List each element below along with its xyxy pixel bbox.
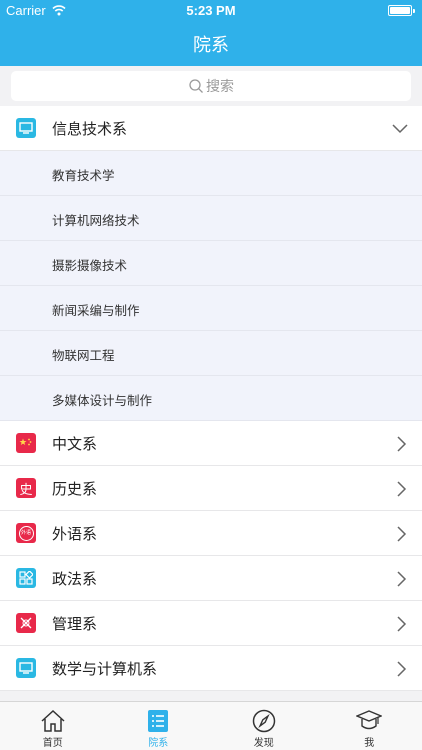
- history-icon: 史: [16, 478, 36, 498]
- chevron-right-icon: [397, 571, 407, 587]
- department-label: 数学与计算机系: [52, 660, 158, 678]
- tab-label: 院系: [148, 738, 169, 749]
- department-label: 政法系: [52, 570, 98, 588]
- department-row-politics-law[interactable]: 政法系: [0, 556, 422, 601]
- page-title: 院系: [193, 35, 229, 56]
- department-label: 管理系: [52, 615, 98, 633]
- search-area: 搜索: [0, 66, 422, 106]
- language-icon: 外语: [16, 523, 36, 543]
- department-row-math-cs[interactable]: 数学与计算机系: [0, 646, 422, 691]
- list-icon: [148, 710, 169, 732]
- tab-me[interactable]: 我: [317, 702, 422, 750]
- department-row-chinese[interactable]: 中文系: [0, 421, 422, 466]
- x-pattern-icon: [16, 613, 36, 633]
- department-row-foreign-language[interactable]: 外语 外语系: [0, 511, 422, 556]
- tab-bar: 首页 院系 发现 我: [0, 701, 422, 750]
- tab-label: 我: [364, 738, 375, 749]
- graduation-cap-icon: [356, 710, 383, 730]
- chevron-right-icon: [397, 526, 407, 542]
- chevron-right-icon: [397, 436, 407, 452]
- monitor-icon: [16, 118, 36, 138]
- tab-home[interactable]: 首页: [0, 702, 106, 750]
- chevron-right-icon: [397, 481, 407, 497]
- status-time: 5:23 PM: [186, 3, 236, 18]
- major-label: 摄影摄像技术: [52, 258, 128, 273]
- major-label: 多媒体设计与制作: [52, 393, 153, 408]
- department-label: 信息技术系: [52, 120, 128, 138]
- major-row[interactable]: 新闻采编与制作: [0, 286, 422, 331]
- tab-label: 首页: [42, 738, 63, 749]
- major-label: 新闻采编与制作: [52, 303, 140, 318]
- header: Carrier 5:23 PM 院系: [0, 0, 422, 66]
- chevron-down-icon: [392, 124, 408, 134]
- grid-icon: [16, 568, 36, 588]
- search-placeholder: 搜索: [206, 79, 234, 95]
- department-list: 信息技术系 教育技术学 计算机网络技术 摄影摄像技术 新闻采编与制作 物联网工程…: [0, 106, 422, 691]
- major-row[interactable]: 物联网工程: [0, 331, 422, 376]
- home-icon: [41, 709, 65, 732]
- language-glyph: 外语: [18, 525, 34, 541]
- search-icon: [189, 79, 203, 93]
- major-label: 计算机网络技术: [52, 213, 140, 228]
- major-label: 教育技术学: [52, 168, 115, 183]
- department-row-management[interactable]: 管理系: [0, 601, 422, 646]
- department-label: 外语系: [52, 525, 98, 543]
- major-row[interactable]: 教育技术学: [0, 151, 422, 196]
- battery-icon: [388, 5, 415, 16]
- department-label: 中文系: [52, 435, 98, 453]
- tab-label: 发现: [253, 738, 274, 749]
- department-row-history[interactable]: 史 历史系: [0, 466, 422, 511]
- major-label: 物联网工程: [52, 348, 115, 363]
- search-input[interactable]: 搜索: [11, 71, 411, 101]
- flag-icon: [16, 433, 36, 453]
- tab-discover[interactable]: 发现: [211, 702, 317, 750]
- chevron-right-icon: [397, 616, 407, 632]
- department-label: 历史系: [52, 480, 98, 498]
- monitor-icon: [16, 658, 36, 678]
- compass-icon: [252, 709, 275, 733]
- chevron-right-icon: [397, 661, 407, 677]
- department-row-info-tech[interactable]: 信息技术系: [0, 106, 422, 151]
- status-bar: Carrier 5:23 PM: [0, 0, 422, 22]
- tab-departments[interactable]: 院系: [106, 702, 212, 750]
- major-row[interactable]: 摄影摄像技术: [0, 241, 422, 286]
- major-row[interactable]: 计算机网络技术: [0, 196, 422, 241]
- major-row[interactable]: 多媒体设计与制作: [0, 376, 422, 421]
